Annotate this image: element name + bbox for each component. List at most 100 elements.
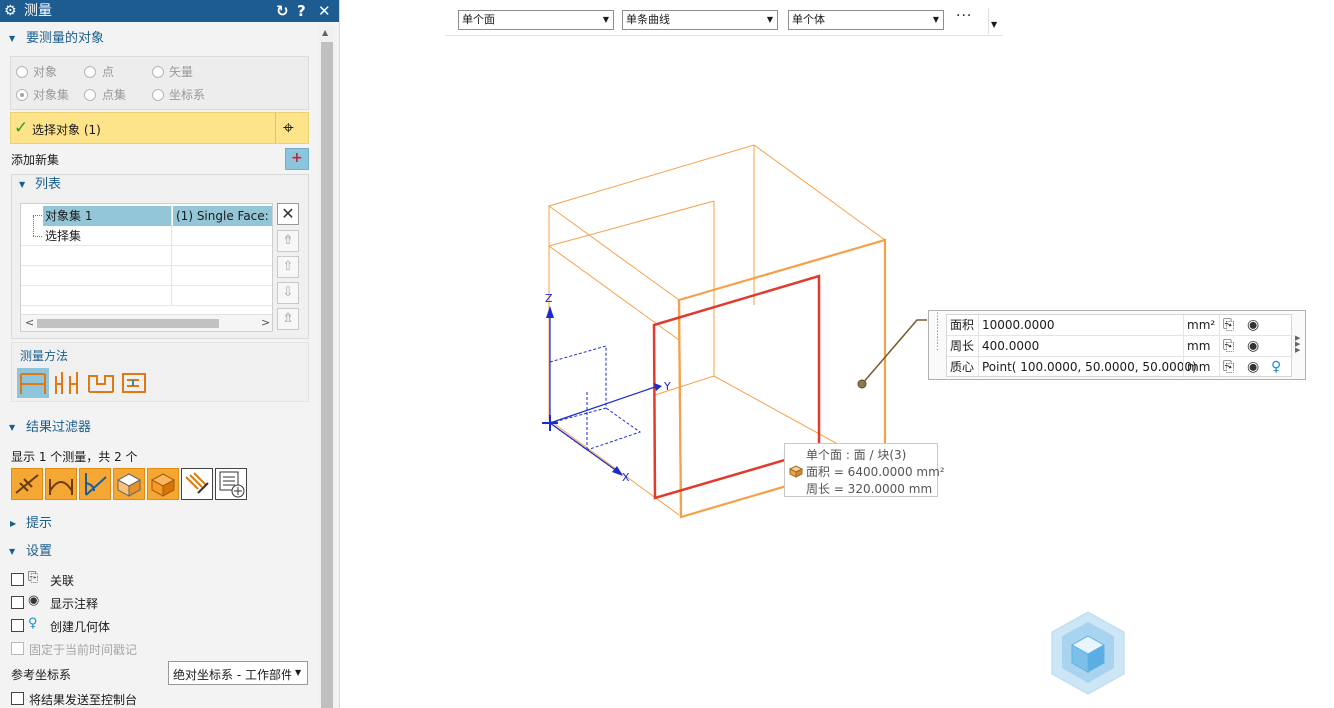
- associative-checkbox[interactable]: [11, 573, 24, 586]
- curve-filter-dropdown[interactable]: 单条曲线 ▼: [622, 10, 778, 30]
- create-geometry-icon[interactable]: ♀: [1271, 359, 1281, 375]
- filter-section-header[interactable]: ▼ 结果过滤器: [0, 418, 318, 438]
- checkmark-icon: ✓: [14, 118, 29, 138]
- move-down-button[interactable]: ⇩: [277, 282, 299, 304]
- move-to-top-button[interactable]: ⇮: [277, 230, 299, 252]
- radio-object-set-label: 对象集: [33, 88, 70, 102]
- create-geometry-checkbox[interactable]: [11, 619, 24, 632]
- result-row-perimeter[interactable]: 周长 400.0000 mm ⎘ ◉: [947, 336, 1293, 357]
- fix-timestamp-checkbox: [11, 642, 24, 655]
- table-horizontal-scrollbar[interactable]: < >: [21, 314, 272, 331]
- table-row: [21, 286, 272, 306]
- move-up-button[interactable]: ⇧: [277, 256, 299, 278]
- associative-icon[interactable]: ⎘: [1223, 317, 1234, 333]
- chevron-down-icon: ▼: [602, 15, 609, 24]
- expand-panel-icon[interactable]: ▶ ▶ ▶: [1295, 335, 1300, 354]
- add-new-set-label: 添加新集: [11, 153, 60, 167]
- crosshair-icon[interactable]: ⌖: [283, 118, 294, 138]
- select-object-bar[interactable]: ✓ 选择对象 (1) ⌖: [10, 112, 309, 144]
- radio-vector[interactable]: [152, 66, 164, 78]
- filter-face-icon[interactable]: [113, 468, 145, 500]
- collapse-triangle-icon: ▼: [9, 547, 16, 556]
- result-row-centroid[interactable]: 质心 Point( 100.0000, 50.0000, 50.0000) mm…: [947, 357, 1293, 378]
- method-length-icon[interactable]: [119, 368, 151, 398]
- radio-csys[interactable]: [152, 89, 164, 101]
- show-annotation-label: 显示注释: [50, 597, 99, 611]
- associative-icon[interactable]: ⎘: [1223, 359, 1234, 375]
- hint-section-header[interactable]: ▶ 提示: [0, 514, 318, 534]
- close-icon[interactable]: ✕: [318, 2, 331, 20]
- collapse-triangle-icon: ▼: [9, 34, 16, 43]
- filter-angle-icon[interactable]: [79, 468, 111, 500]
- table-cell-name: 对象集 1: [21, 206, 172, 226]
- send-to-console-checkbox[interactable]: [11, 692, 24, 705]
- more-options-icon[interactable]: ···: [956, 8, 972, 24]
- ref-csys-label: 参考坐标系: [11, 668, 72, 682]
- table-cell-detail: (1) Single Face: 面: [173, 206, 272, 226]
- add-new-set-button[interactable]: +: [285, 148, 309, 170]
- table-row[interactable]: 选择集: [21, 226, 272, 246]
- gear-icon: ⚙: [4, 3, 17, 19]
- tree-connector: [33, 215, 42, 216]
- tree-connector: [33, 216, 41, 236]
- show-annotation-icon[interactable]: ◉: [1247, 338, 1259, 354]
- filter-arc-icon[interactable]: [45, 468, 77, 500]
- table-cell-detail: [173, 226, 272, 246]
- show-annotation-icon[interactable]: ◉: [1247, 317, 1259, 333]
- tooltip-title: 单个面 : 面 / 块(3): [806, 448, 907, 462]
- create-geometry-label: 创建几何体: [50, 620, 111, 634]
- fix-timestamp-label: 固定于当前时间戳记: [29, 643, 138, 657]
- body-filter-dropdown[interactable]: 单个体 ▼: [788, 10, 944, 30]
- method-screen-distance-icon[interactable]: [85, 368, 117, 398]
- drag-handle-icon[interactable]: ⋮ ⋮ ⋮ ⋮ ⋮ ⋮: [933, 313, 942, 352]
- tooltip-area: 面积 = 6400.0000 mm²: [806, 465, 945, 479]
- radio-object[interactable]: [16, 66, 28, 78]
- chevron-down-icon: ▼: [766, 15, 773, 24]
- filter-all-icon[interactable]: [181, 468, 213, 500]
- list-section-header[interactable]: ▼ 列表: [10, 175, 308, 195]
- objects-section-header[interactable]: ▼ 要测量的对象: [0, 29, 318, 49]
- associative-label: 关联: [50, 574, 75, 588]
- object-type-row-2: 对象集 点集 坐标系: [16, 86, 306, 104]
- help-icon[interactable]: ?: [297, 2, 306, 20]
- associative-icon: ⎘: [28, 570, 39, 585]
- scroll-left-icon[interactable]: <: [25, 315, 34, 331]
- show-annotation-icon: ◉: [28, 593, 40, 608]
- scroll-right-icon[interactable]: >: [261, 315, 270, 331]
- reset-icon[interactable]: ↻: [276, 2, 289, 20]
- scrollbar-thumb[interactable]: [321, 42, 333, 708]
- axis-y-label: Y: [663, 380, 671, 393]
- face-filter-dropdown[interactable]: 单个面 ▼: [458, 10, 614, 30]
- settings-section-header[interactable]: ▼ 设置: [0, 542, 318, 562]
- filter-distance-icon[interactable]: [11, 468, 43, 500]
- dialog-vertical-scrollbar[interactable]: ▲: [319, 26, 335, 708]
- filter-body-icon[interactable]: [147, 468, 179, 500]
- show-annotation-checkbox[interactable]: [11, 596, 24, 609]
- toolbar-menu-chevron-icon[interactable]: ▼: [991, 20, 997, 29]
- show-annotation-icon[interactable]: ◉: [1247, 359, 1259, 375]
- associative-icon[interactable]: ⎘: [1223, 338, 1234, 354]
- move-to-bottom-button[interactable]: ⇯: [277, 308, 299, 330]
- collapse-triangle-icon: ▼: [9, 423, 16, 432]
- expand-triangle-icon: ▶: [10, 519, 17, 528]
- send-to-console-label: 将结果发送至控制台: [29, 693, 138, 707]
- dialog-title-bar: ⚙ 测量 ↻ ? ✕: [0, 0, 339, 22]
- table-row[interactable]: 对象集 1 (1) Single Face: 面: [21, 206, 272, 226]
- method-projected-icon[interactable]: [51, 368, 83, 398]
- result-row-area[interactable]: 面积 10000.0000 mm² ⎘ ◉: [947, 315, 1293, 336]
- scroll-up-icon[interactable]: ▲: [322, 28, 328, 37]
- radio-point-label: 点: [102, 65, 115, 79]
- ref-csys-dropdown[interactable]: 绝对坐标系 - 工作部件 ▼: [168, 661, 308, 685]
- radio-csys-label: 坐标系: [169, 88, 206, 102]
- filter-settings-icon[interactable]: [215, 468, 247, 500]
- view-triad-logo-icon[interactable]: [1050, 610, 1126, 699]
- measurement-result-panel[interactable]: ⋮ ⋮ ⋮ ⋮ ⋮ ⋮ 面积 10000.0000 mm² ⎘ ◉ 周长 400.0000…: [928, 310, 1306, 380]
- remove-set-button[interactable]: ✕: [277, 203, 299, 225]
- radio-point-set[interactable]: [84, 89, 96, 101]
- scrollbar-thumb[interactable]: [37, 319, 219, 328]
- radio-object-set[interactable]: [16, 89, 28, 101]
- table-cell-name: 选择集: [21, 226, 172, 246]
- method-distance-icon[interactable]: [17, 368, 49, 398]
- radio-point[interactable]: [84, 66, 96, 78]
- result-leader-line: [857, 319, 927, 389]
